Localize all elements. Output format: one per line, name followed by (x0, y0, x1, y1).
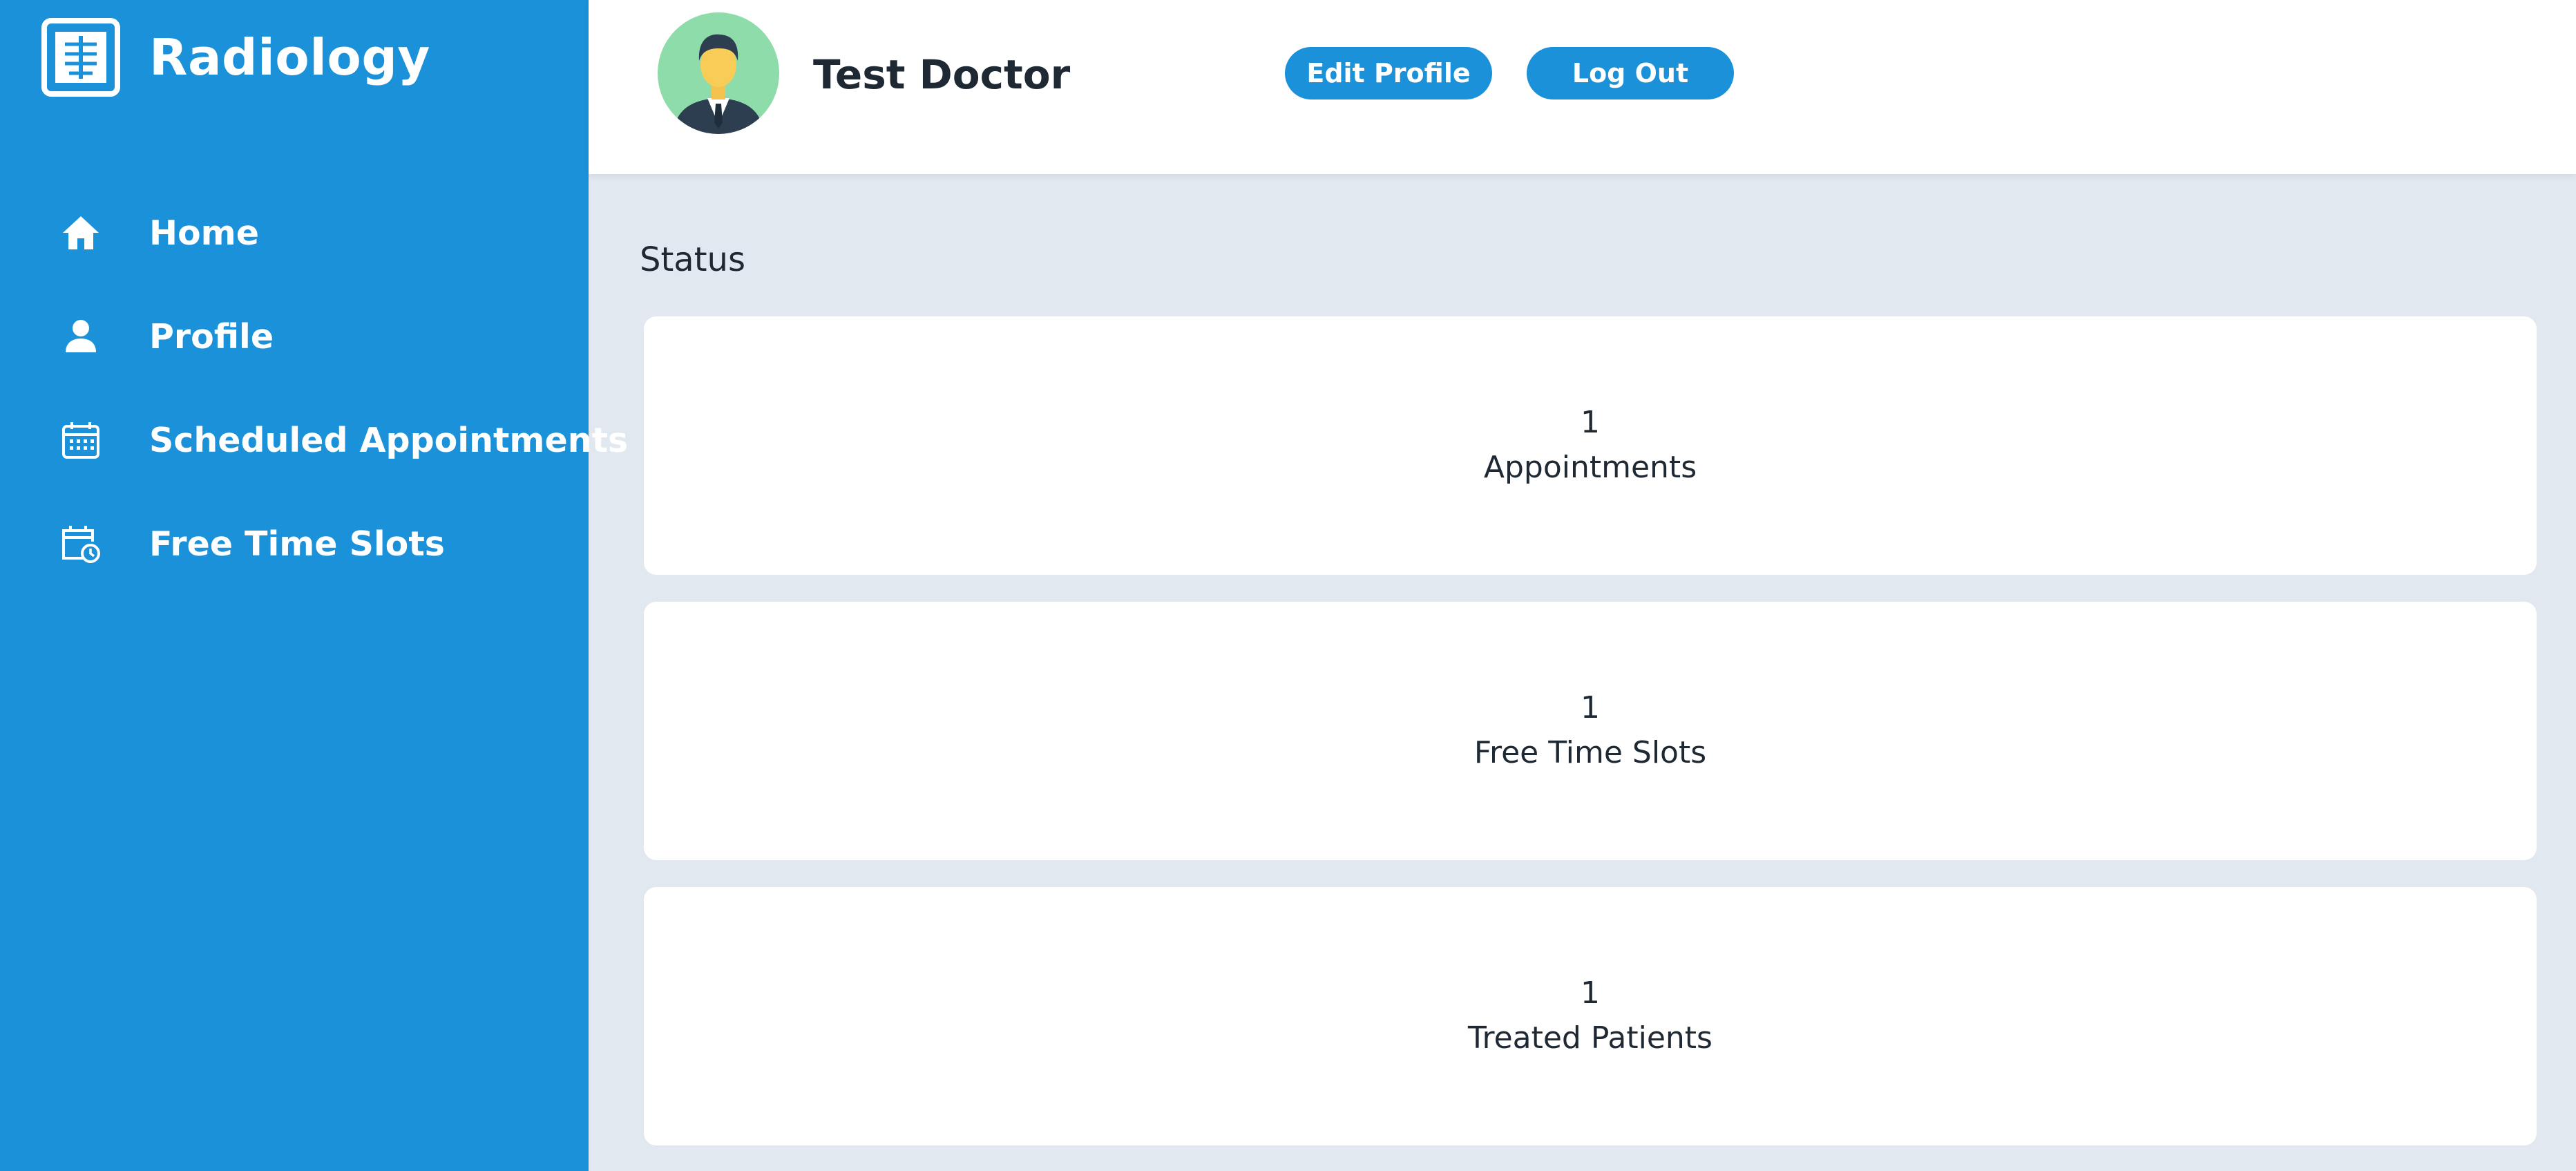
card-value: 1 (1581, 405, 1600, 440)
sidebar-item-scheduled-appointments[interactable]: Scheduled Appointments (0, 388, 628, 492)
main-content: Status 1 Appointments 1 Free Time Slots … (589, 174, 2576, 1171)
doctor-name: Test Doctor (813, 51, 1071, 98)
brand-name: Radiology (149, 28, 430, 86)
sidebar-item-label: Free Time Slots (149, 524, 445, 564)
calendar-icon (61, 420, 101, 460)
brand[interactable]: Radiology (41, 18, 430, 97)
status-card-treated-patients: 1 Treated Patients (644, 887, 2537, 1145)
person-icon (61, 316, 101, 356)
edit-profile-button[interactable]: Edit Profile (1285, 47, 1492, 99)
sidebar-item-label: Home (149, 213, 259, 253)
sidebar-item-label: Scheduled Appointments (149, 420, 629, 460)
sidebar: Radiology Home Profile Scheduled Appoint… (0, 0, 628, 1171)
logout-button[interactable]: Log Out (1527, 47, 1734, 99)
card-label: Appointments (1483, 450, 1697, 485)
sidebar-item-profile[interactable]: Profile (0, 285, 589, 388)
sidebar-item-home[interactable]: Home (0, 181, 589, 285)
top-header: Test Doctor Edit Profile Log Out (589, 0, 2576, 174)
card-value: 1 (1581, 975, 1600, 1011)
avatar[interactable] (658, 12, 779, 134)
home-icon (61, 213, 101, 253)
card-value: 1 (1581, 690, 1600, 725)
section-title: Status (640, 240, 745, 279)
sidebar-item-free-time-slots[interactable]: Free Time Slots (0, 492, 589, 596)
xray-logo-icon (41, 18, 120, 97)
sidebar-item-label: Profile (149, 316, 274, 356)
status-card-free-time-slots: 1 Free Time Slots (644, 602, 2537, 860)
card-label: Free Time Slots (1473, 735, 1707, 770)
sidebar-nav: Home Profile Scheduled Appointments Free… (0, 181, 628, 596)
calendar-clock-icon (61, 524, 101, 564)
doctor-avatar-icon (658, 12, 779, 134)
status-card-appointments: 1 Appointments (644, 316, 2537, 575)
app-root: Radiology Home Profile Scheduled Appoint… (0, 0, 2576, 1171)
card-label: Treated Patients (1468, 1020, 1712, 1056)
